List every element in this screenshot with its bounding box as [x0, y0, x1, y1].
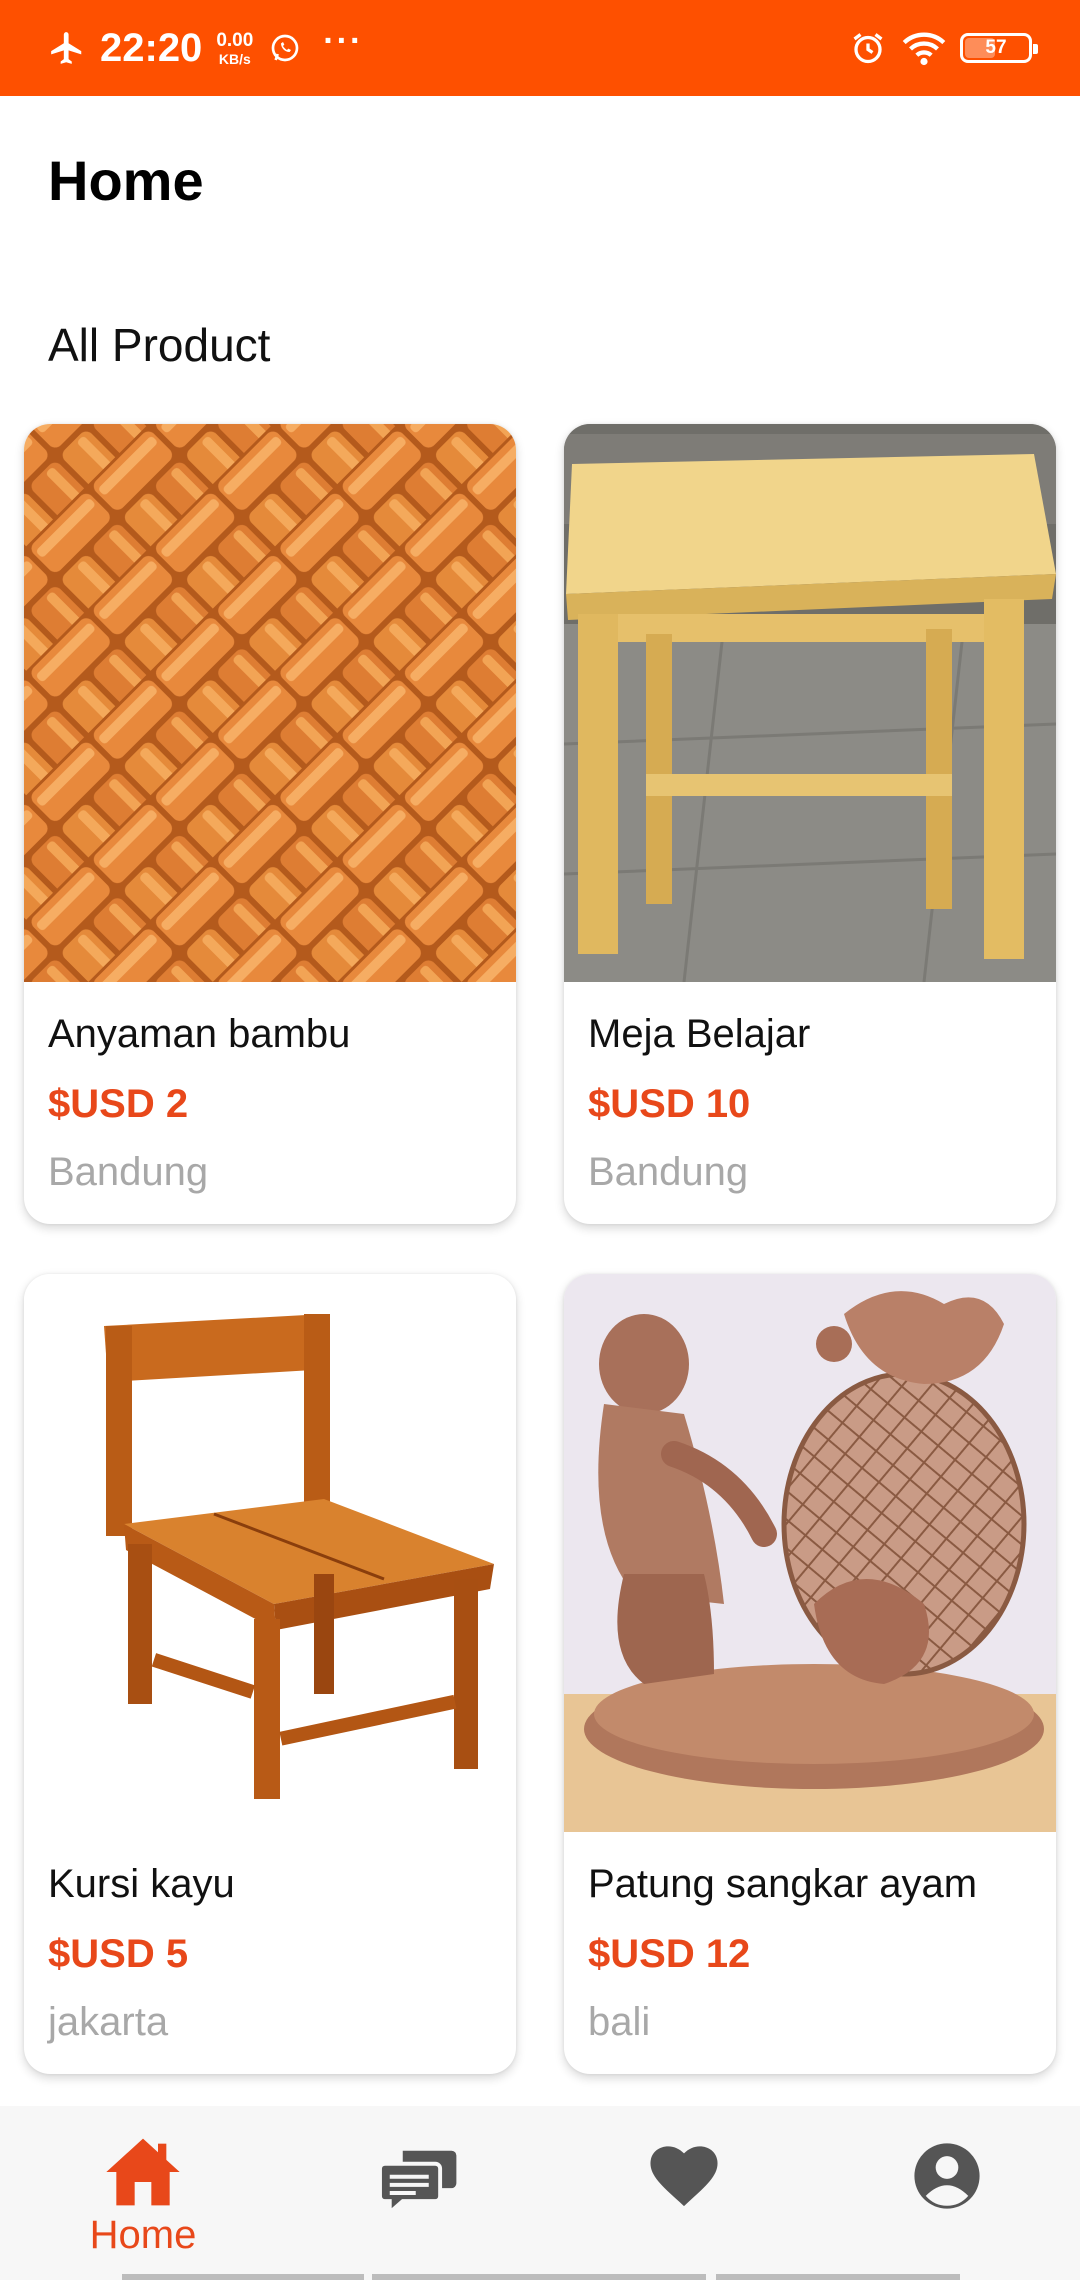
indicator-segment	[122, 2274, 364, 2280]
product-card[interactable]: Meja Belajar $USD 10 Bandung	[564, 424, 1056, 1224]
nav-scroll-indicator	[0, 2274, 1080, 2280]
nav-item-home[interactable]: Home	[43, 2134, 243, 2255]
carved-statue-image	[564, 1274, 1056, 1832]
network-speed-unit: KB/s	[218, 50, 251, 67]
airplane-icon	[48, 29, 86, 67]
nav-label-home: Home	[89, 2213, 197, 2257]
account-icon	[913, 2142, 981, 2215]
product-location: jakarta	[48, 2000, 169, 2044]
whatsapp-icon	[269, 32, 301, 64]
product-price: $USD 12	[588, 1932, 751, 1976]
product-location: Bandung	[588, 1150, 749, 1194]
alarm-icon	[850, 30, 886, 66]
product-price: $USD 5	[48, 1932, 189, 1976]
section-title: All Product	[48, 319, 271, 371]
product-card[interactable]: Kursi kayu $USD 5 jakarta	[24, 1274, 516, 2074]
network-speed: 0.00 KB/s	[216, 31, 253, 66]
indicator-segment	[372, 2274, 706, 2280]
home-icon	[103, 2134, 183, 2215]
status-bar: 22:20 0.00 KB/s ··· 57	[0, 0, 1080, 96]
battery-icon: 57	[960, 33, 1038, 63]
heart-icon	[649, 2144, 719, 2215]
product-card[interactable]: Patung sangkar ayam $USD 12 bali	[564, 1274, 1056, 2074]
product-price: $USD 2	[48, 1082, 189, 1126]
network-speed-value: 0.00	[216, 29, 254, 51]
product-location: bali	[588, 2000, 651, 2044]
nav-item-chat[interactable]	[319, 2134, 519, 2221]
product-name: Anyaman bambu	[48, 1012, 351, 1056]
product-location: Bandung	[48, 1150, 209, 1194]
clock: 22:20	[100, 25, 203, 70]
wooden-chair-image	[24, 1274, 516, 1832]
page-title: Home	[48, 149, 204, 212]
product-price: $USD 10	[588, 1082, 751, 1126]
wifi-icon	[902, 30, 946, 66]
chat-icon	[378, 2144, 458, 2221]
screen: 22:20 0.00 KB/s ··· 57 Home All Product …	[0, 0, 1080, 2280]
nav-item-account[interactable]	[847, 2134, 1047, 2215]
product-card[interactable]: Anyaman bambu $USD 2 Bandung	[24, 424, 516, 1224]
status-bar-left: 22:20 0.00 KB/s ···	[48, 22, 364, 71]
more-notifications: ···	[323, 22, 364, 60]
product-name: Patung sangkar ayam	[588, 1862, 978, 1906]
status-bar-right: 57	[850, 30, 1038, 66]
woven-bamboo-image	[24, 424, 516, 982]
nav-item-favorites[interactable]	[584, 2134, 784, 2215]
wooden-table-image	[564, 424, 1056, 982]
battery-percent: 57	[985, 37, 1007, 58]
product-name: Meja Belajar	[588, 1012, 811, 1056]
indicator-segment	[716, 2274, 960, 2280]
product-name: Kursi kayu	[48, 1862, 235, 1906]
bottom-nav: Home	[0, 2106, 1080, 2280]
